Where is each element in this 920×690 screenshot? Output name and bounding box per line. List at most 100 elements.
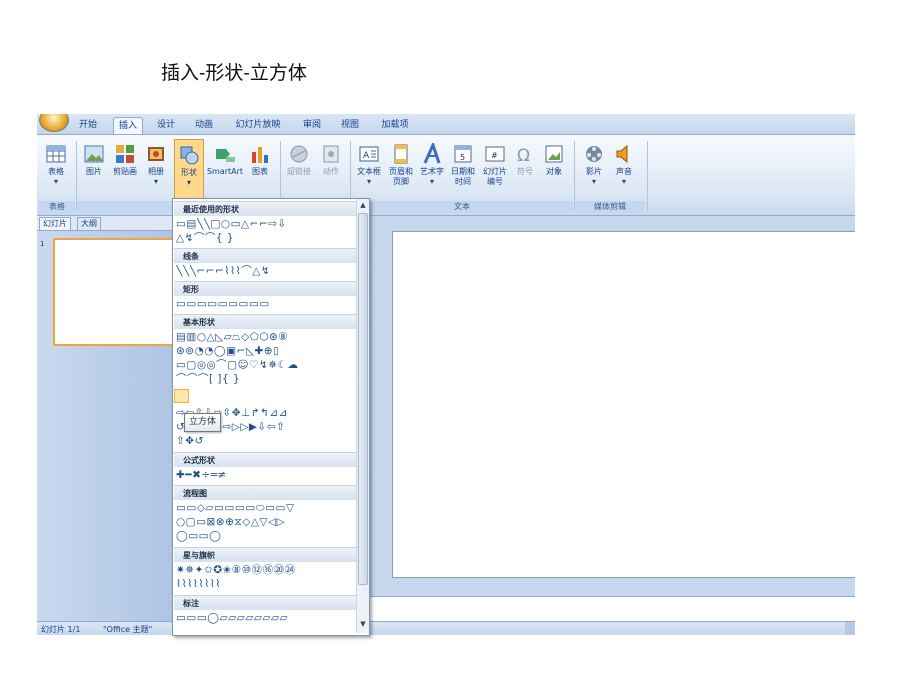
cube-tooltip: 立方体 [184,413,222,432]
scroll-up-icon[interactable]: ▲ [358,200,368,211]
tab-review[interactable]: 审阅 [299,117,325,134]
shapes-button[interactable]: 形状 ▾ [174,139,204,203]
header-footer-button[interactable]: 页眉和 页脚 [387,143,415,187]
section-flowchart: 流程图 [174,485,356,500]
slide-canvas[interactable] [392,231,855,578]
movie-button[interactable]: 影片 ▾ [582,143,606,187]
slide-number-button[interactable]: # 幻灯片 编号 [481,143,509,187]
calendar-icon: 5 [454,145,472,163]
shape-row[interactable]: ⌇⌇⌇⌇⌇⌇⌇⌇ [176,578,356,591]
chart-label: 图表 [252,167,268,176]
tab-design[interactable]: 设计 [153,117,179,134]
shape-row[interactable]: ⌒⌒⌒[ ]{ } [176,373,356,386]
slide-number-icon: # [485,146,505,162]
datetime-label-2: 时间 [455,177,471,186]
shape-row[interactable]: ▭▭▭◯▱▱▱▱▱▱▱▱ [176,612,356,625]
dropdown-caret-icon: ▾ [53,177,58,186]
shape-row[interactable]: ✚━✖÷═≠ [176,469,356,482]
scrollbar-thumb[interactable] [358,213,368,585]
textbox-button[interactable]: A 文本框 ▾ [355,143,383,187]
object-label: 对象 [546,167,562,176]
shape-row[interactable]: ▭▤╲╲□○▭△⌐⌐⇨⇩ [176,218,356,231]
tab-slideshow[interactable]: 幻灯片放映 [231,117,285,134]
chart-button[interactable]: 图表 [248,143,272,177]
tab-addins[interactable]: 加载项 [377,117,413,134]
table-button[interactable]: 表格 ▾ [41,143,71,187]
symbol-label: 符号 [517,167,533,176]
wordart-label: 艺术字 [420,167,444,176]
tab-slides[interactable]: 幻灯片 [39,217,71,230]
ribbon-tab-bar: 开始 插入 设计 动画 幻灯片放映 审阅 视图 加载项 [37,114,855,135]
svg-text:A: A [363,151,370,161]
shape-row[interactable]: ▭▭▭▭▭▭▭▭▭ [176,298,356,311]
shape-row[interactable]: ◯▭▭◯ [176,530,356,543]
status-bar: 幻灯片 1/1 "Office 主题" [37,621,855,635]
table-label: 表格 [48,167,64,176]
tab-insert[interactable]: 插入 [113,117,143,135]
clipart-label: 剪贴画 [113,167,137,176]
status-theme: "Office 主题" [103,625,153,634]
shape-row[interactable]: ▭▭◇▱▭▭▭▭⬭▭▭▽ [176,502,356,515]
tab-animations[interactable]: 动画 [191,117,217,134]
shapes-icon [180,146,199,165]
datetime-label-1: 日期和 [451,167,475,176]
object-icon [545,145,563,163]
slide-thumbnail[interactable] [53,238,175,346]
tab-view[interactable]: 视图 [337,117,363,134]
powerpoint-window: 开始 插入 设计 动画 幻灯片放映 审阅 视图 加载项 表格 ▾ 图片 剪贴画 相… [37,114,855,635]
shape-row-block-arrows[interactable]: ⇧✥↺ [176,435,356,448]
section-recent-shapes: 最近使用的形状 [174,201,356,216]
shape-row[interactable]: ▭▢◎◎⌒▢☺♡↯✵☾☁ [176,359,356,372]
smartart-icon [216,149,235,162]
slide-number: 1 [40,240,45,248]
section-stars-banners: 星与旗帜 [174,547,356,562]
shape-row[interactable]: ╲╲╲⌐⌐⌐⌇⌇⌇⌒△↯ [176,265,356,278]
hyperlink-button[interactable]: 超链接 [284,143,314,177]
shape-row[interactable]: ✷✵✦✩✪✬⑧⑩⑫⑯⑳㉔ [176,564,356,577]
group-label-media: 媒体剪辑 [575,201,645,213]
tab-home[interactable]: 开始 [75,117,101,134]
sound-button[interactable]: 声音 ▾ [612,143,636,187]
cube-shape-highlight[interactable] [174,389,189,403]
shape-row[interactable]: ○▢▭⊠⊗⊕⧖◇△▽◁▷ [176,516,356,529]
header-footer-label-2: 页脚 [393,177,409,186]
pane-tabs: 幻灯片 大纲 [37,216,174,231]
wordart-icon [423,143,441,164]
header-footer-icon [394,144,408,164]
page-caption: 插入-形状-立方体 [161,62,307,84]
clipart-button[interactable]: 剪贴画 [109,143,141,177]
ribbon-insert: 表格 ▾ 图片 剪贴画 相册 ▾ 形状 ▾ SmartArt 图表 超链接 动作… [37,134,855,216]
object-button[interactable]: 对象 [542,143,566,177]
smartart-button[interactable]: SmartArt [205,143,245,177]
section-basic-shapes: 基本形状 [174,314,356,329]
chart-icon [252,147,268,163]
dropdown-caret-icon: ▾ [186,178,191,187]
film-reel-icon [586,146,602,162]
symbol-button[interactable]: Ω 符号 [513,143,537,177]
dropdown-caret-icon: ▾ [429,177,434,186]
scroll-down-icon[interactable]: ▼ [358,619,368,630]
picture-label: 图片 [86,167,102,176]
wordart-button[interactable]: 艺术字 ▾ [418,143,446,187]
table-icon [46,145,66,163]
action-icon [323,145,339,163]
shape-row[interactable]: △↯⌒⌒{ } [176,232,356,245]
shape-row[interactable]: ▤▥○△◺▱⏢◇⬠⬡⊛⑧ [176,331,356,344]
slide-number-label-2: 编号 [487,177,503,186]
shape-row[interactable]: ⊛⊚◔◔◯▣⌐◺✚⊕▯ [176,345,356,358]
dropdown-caret-icon: ▾ [366,177,371,186]
speaker-icon [616,144,628,164]
hyperlink-globe-icon [290,145,308,163]
hyperlink-label: 超链接 [287,167,311,176]
gallery-scrollbar[interactable]: ▲ ▼ [356,199,369,633]
svg-text:Ω: Ω [517,146,530,165]
picture-button[interactable]: 图片 [82,143,106,177]
action-label: 动作 [323,167,339,176]
shapes-label: 形状 [181,168,197,177]
datetime-button[interactable]: 5 日期和 时间 [449,143,477,187]
album-button[interactable]: 相册 ▾ [143,143,169,187]
slides-pane: 幻灯片 大纲 1 [37,216,175,621]
action-button[interactable]: 动作 [318,143,344,177]
clipart-icon [116,145,134,163]
tab-outline[interactable]: 大纲 [77,217,101,230]
